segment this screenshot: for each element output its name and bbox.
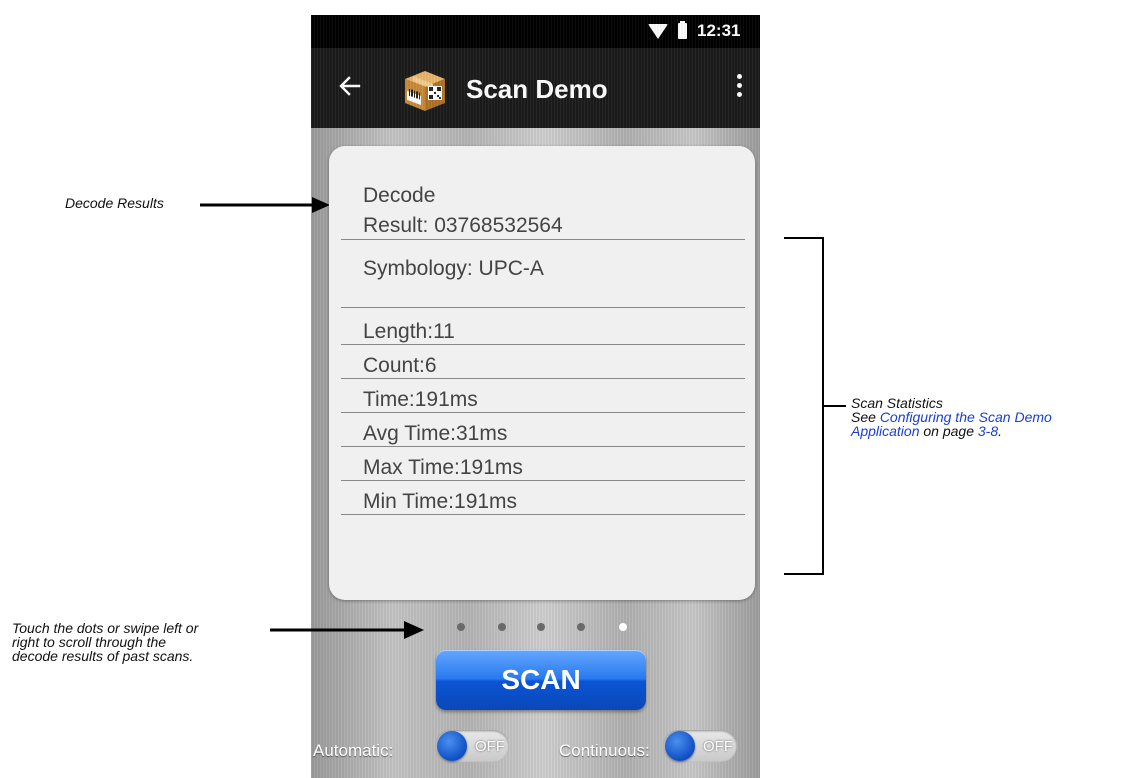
- page-ref-link[interactable]: 3-8: [978, 423, 998, 439]
- pager-dot[interactable]: [577, 623, 585, 631]
- divider: [341, 446, 745, 447]
- decode-result-value: Result: 03768532564: [363, 214, 563, 237]
- divider: [341, 514, 745, 515]
- decode-result-card: Decode Result: 03768532564 Symbology: UP…: [329, 146, 755, 600]
- app-bar: Scan Demo: [311, 48, 760, 128]
- max-time-stat: Max Time:191ms: [363, 456, 523, 479]
- min-time-stat: Min Time:191ms: [363, 490, 518, 513]
- divider: [341, 412, 745, 413]
- phone-screen: 12:31 Scan Demo Decode Result: 037685325…: [311, 15, 760, 778]
- wifi-icon: [648, 24, 668, 39]
- decode-label: Decode: [363, 184, 436, 207]
- toggle-knob: [665, 731, 695, 761]
- callout-arrow-decode-results: [200, 197, 330, 213]
- back-arrow-icon[interactable]: [339, 75, 361, 97]
- battery-icon: [678, 21, 687, 39]
- divider: [341, 480, 745, 481]
- pager-dot-active[interactable]: [619, 623, 627, 631]
- status-clock: 12:31: [697, 21, 741, 40]
- divider: [341, 344, 745, 345]
- bracket-top: [784, 237, 824, 239]
- scan-button[interactable]: SCAN: [436, 650, 646, 710]
- divider: [341, 378, 745, 379]
- divider: [341, 239, 745, 240]
- pager-dot[interactable]: [457, 623, 465, 631]
- pager-dot[interactable]: [537, 623, 545, 631]
- callout-pager-hint: Touch the dots or swipe left or right to…: [12, 621, 198, 663]
- period-text: .: [998, 423, 1003, 439]
- status-bar: 12:31: [311, 15, 760, 48]
- pager-hint-line2: right to scroll through the: [12, 634, 167, 650]
- toggle-state-text: OFF: [703, 738, 733, 755]
- toggle-knob: [437, 731, 467, 761]
- pager-hint-line3: decode results of past scans.: [12, 648, 194, 664]
- continuous-toggle[interactable]: OFF: [663, 730, 737, 762]
- time-stat: Time:191ms: [363, 388, 478, 411]
- on-page-text: on page: [919, 423, 978, 439]
- callout-arrow-pager: [270, 621, 424, 639]
- bracket-pointer: [824, 405, 846, 407]
- length-stat: Length:11: [363, 320, 455, 343]
- application-link[interactable]: Application: [851, 423, 920, 439]
- automatic-toggle[interactable]: OFF: [435, 730, 509, 762]
- symbology-value: Symbology: UPC-A: [363, 257, 544, 280]
- scan-demo-logo-icon: [405, 71, 445, 111]
- continuous-label: Continuous:: [559, 741, 650, 760]
- bracket-bottom: [784, 573, 824, 575]
- avg-time-stat: Avg Time:31ms: [363, 422, 508, 445]
- app-title: Scan Demo: [466, 74, 608, 104]
- count-stat: Count:6: [363, 354, 437, 377]
- pager-hint-line1: Touch the dots or swipe left or: [12, 620, 199, 636]
- automatic-label: Automatic:: [313, 741, 394, 760]
- callout-scan-statistics: Scan Statistics See Configuring the Scan…: [851, 396, 1052, 438]
- pager-dot[interactable]: [498, 623, 506, 631]
- divider: [341, 307, 745, 308]
- overflow-menu-icon[interactable]: [737, 74, 743, 102]
- scan-statistics-title: Scan Statistics: [851, 395, 943, 411]
- toggle-state-text: OFF: [475, 738, 505, 755]
- callout-decode-results: Decode Results: [65, 195, 164, 211]
